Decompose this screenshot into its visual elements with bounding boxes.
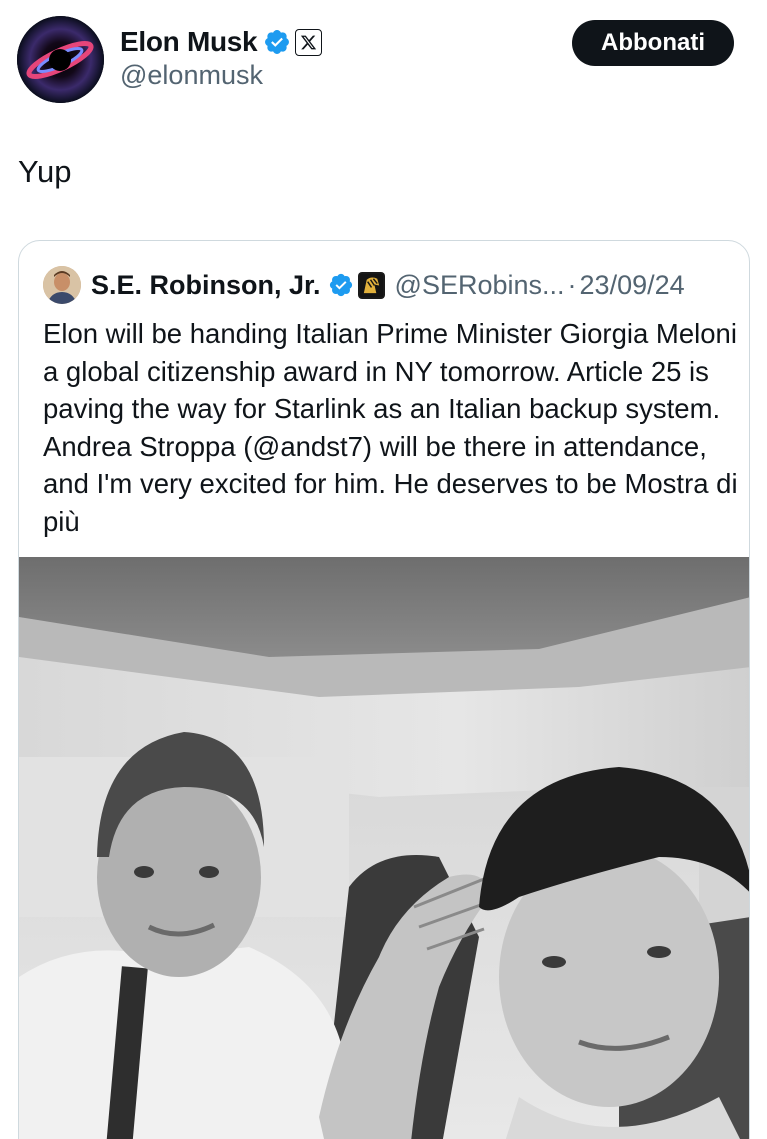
quoted-author-display-name[interactable]: S.E. Robinson, Jr. [91,270,321,301]
quoted-author-handle[interactable]: @SERobins... [395,270,565,301]
verified-badge-icon [329,273,352,297]
quoted-tweet-header: S.E. Robinson, Jr. @SERobins... · 23/09/… [43,265,685,305]
author-avatar[interactable] [17,16,104,103]
author-name-row: Elon Musk [120,24,323,60]
separator-dot: · [567,269,577,300]
verified-badge-icon [265,30,290,54]
quoted-tweet-date[interactable]: 23/09/24 [580,270,685,301]
x-logo-icon [295,28,323,56]
quoted-tweet-card[interactable]: S.E. Robinson, Jr. @SERobins... · 23/09/… [18,240,750,1139]
quoted-tweet-photo[interactable] [19,557,749,1139]
author-display-name[interactable]: Elon Musk [120,26,258,58]
quoted-author-avatar[interactable] [43,266,81,304]
tweet-text: Yup [18,154,72,189]
subscribe-button[interactable]: Abbonati [572,20,734,66]
tweet-header: Elon Musk @elonmusk Abbonati [0,0,767,120]
quoted-tweet-text: Elon will be handing Italian Prime Minis… [43,318,738,537]
lion-logo-icon [357,271,385,299]
author-handle[interactable]: @elonmusk [120,60,263,91]
